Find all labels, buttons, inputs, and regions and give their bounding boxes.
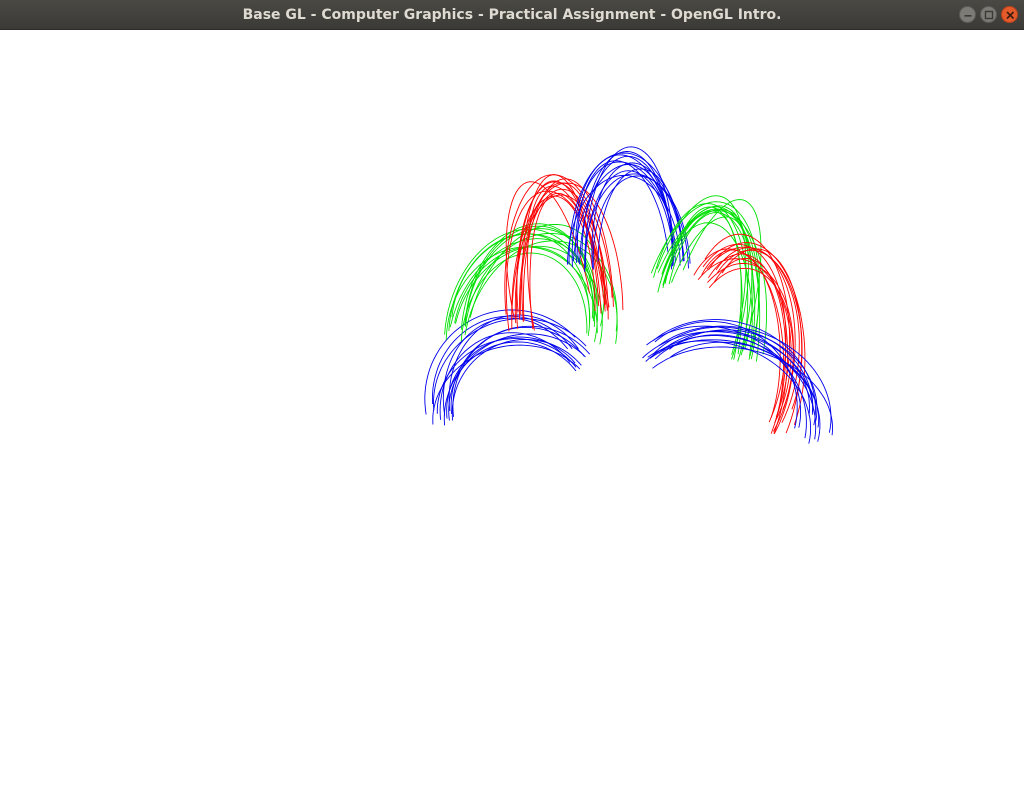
blue-arc-line	[448, 314, 579, 412]
minimize-button[interactable]	[959, 6, 976, 23]
maximize-icon	[984, 10, 994, 20]
close-button[interactable]	[1001, 6, 1018, 23]
blue-arc-line	[439, 332, 571, 420]
maximize-button[interactable]	[980, 6, 997, 23]
red-arc-line	[704, 233, 791, 418]
red-arc-bundle-5	[693, 233, 806, 435]
opengl-viewport[interactable]	[0, 30, 1024, 798]
blue-arc-line	[654, 334, 807, 439]
red-arc-bundle-2	[504, 174, 624, 332]
blue-arc-line	[575, 161, 677, 263]
window-title: Base GL - Computer Graphics - Practical …	[242, 7, 782, 23]
close-icon	[1006, 11, 1015, 20]
red-arc-line	[702, 243, 787, 423]
blue-arc-line	[448, 333, 586, 421]
window-controls	[959, 6, 1018, 24]
blue-arc-line	[443, 341, 577, 426]
blue-arc-line	[432, 344, 581, 425]
blue-arc-line	[452, 326, 585, 417]
gl-render-surface	[424, 146, 833, 444]
green-arc-line	[469, 223, 605, 327]
minimize-icon	[964, 15, 972, 17]
blue-arc-line	[592, 175, 691, 270]
app-window: Base GL - Computer Graphics - Practical …	[0, 0, 1024, 798]
title-bar[interactable]: Base GL - Computer Graphics - Practical …	[0, 0, 1024, 30]
blue-arc-line	[653, 319, 816, 426]
